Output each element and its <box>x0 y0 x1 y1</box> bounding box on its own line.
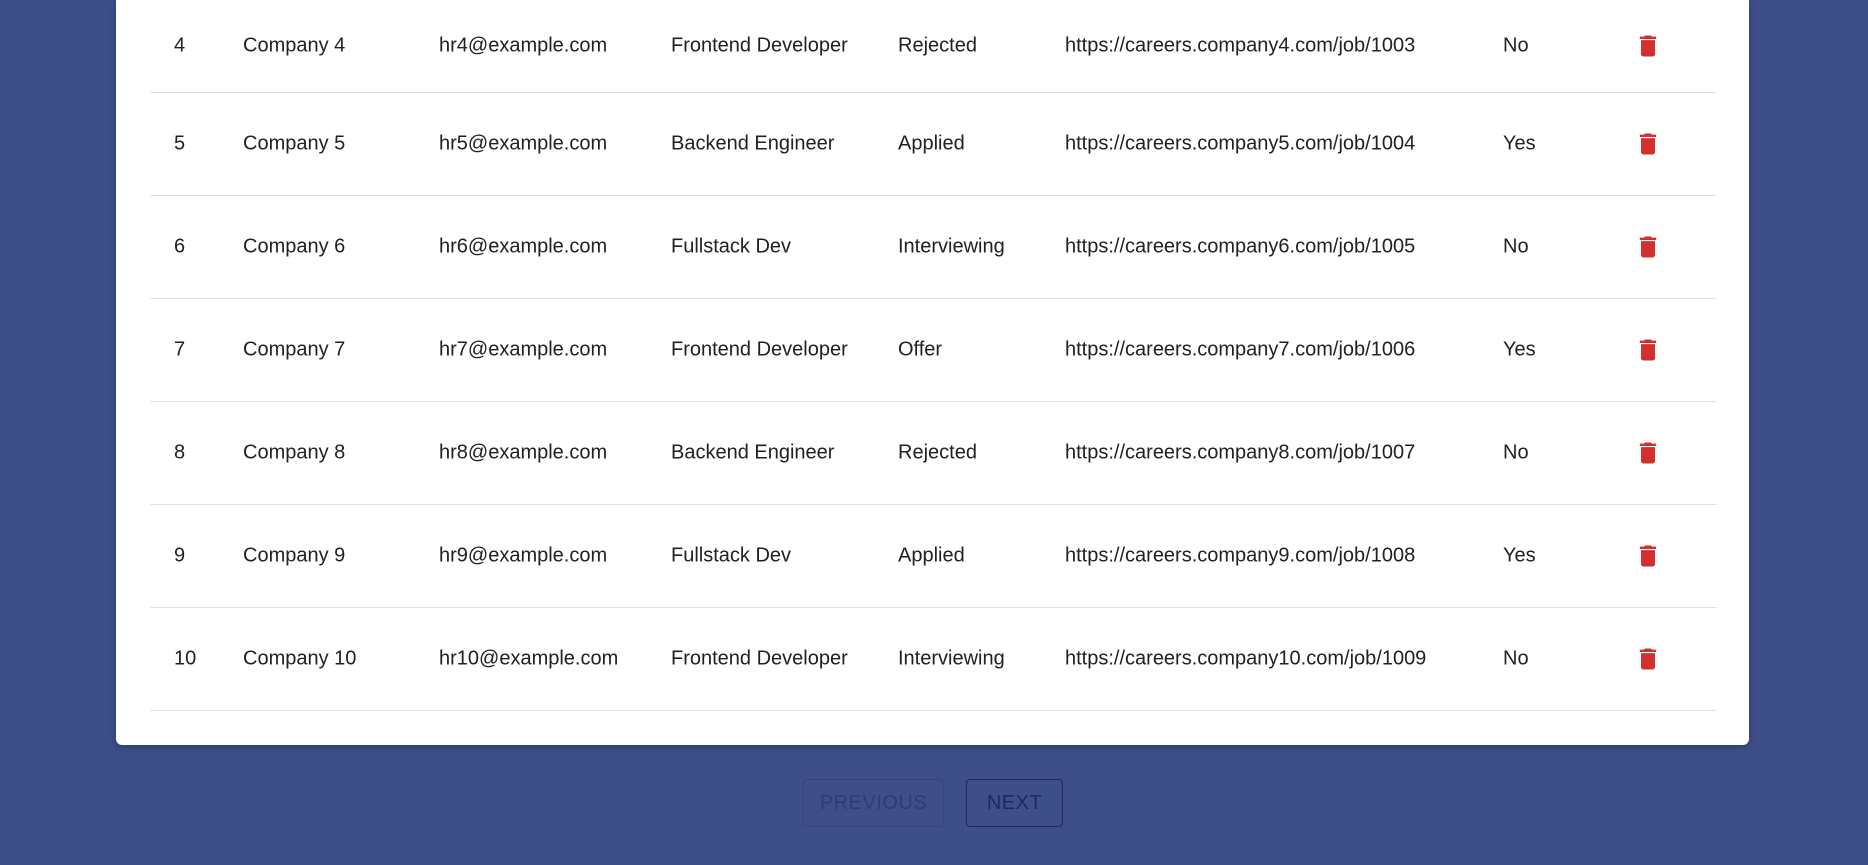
job-url: https://careers.company4.com/job/1003 <box>1065 34 1416 57</box>
row-id: 10 <box>174 647 197 670</box>
remote-flag: No <box>1503 34 1529 57</box>
remote-flag: No <box>1503 441 1529 464</box>
remote-flag: Yes <box>1503 544 1536 567</box>
job-url: https://careers.company9.com/job/1008 <box>1065 544 1416 567</box>
pagination: PREVIOUS NEXT <box>0 779 1868 829</box>
application-status: Applied <box>898 544 965 567</box>
application-status: Rejected <box>898 34 977 57</box>
delete-icon[interactable] <box>1634 31 1662 61</box>
remote-flag: No <box>1503 647 1529 670</box>
table-row: 6 Company 6 hr6@example.com Fullstack Dev In… <box>150 196 1716 299</box>
row-id: 4 <box>174 34 186 57</box>
contact-email: hr5@example.com <box>439 132 608 155</box>
row-id: 5 <box>174 132 186 155</box>
job-url: https://careers.company5.com/job/1004 <box>1065 132 1416 155</box>
job-role: Backend Engineer <box>671 441 835 464</box>
table-row: 7 Company 7 hr7@example.com Frontend Develo… <box>150 299 1716 402</box>
row-id: 7 <box>174 338 186 361</box>
job-url: https://careers.company6.com/job/1005 <box>1065 235 1416 258</box>
contact-email: hr7@example.com <box>439 338 608 361</box>
contact-email: hr10@example.com <box>439 647 619 670</box>
delete-icon[interactable] <box>1634 438 1662 468</box>
applications-table-card: 4 Company 4 hr4@example.com Frontend Develo… <box>116 0 1749 745</box>
applications-table: 4 Company 4 hr4@example.com Frontend Develo… <box>150 0 1716 711</box>
company-name: Company 7 <box>243 338 346 361</box>
remote-flag: Yes <box>1503 132 1536 155</box>
next-button[interactable]: NEXT <box>966 779 1063 827</box>
job-url: https://careers.company7.com/job/1006 <box>1065 338 1416 361</box>
job-role: Fullstack Dev <box>671 235 792 258</box>
row-id: 6 <box>174 235 186 258</box>
delete-icon[interactable] <box>1634 541 1662 571</box>
application-status: Interviewing <box>898 647 1005 670</box>
company-name: Company 4 <box>243 34 346 57</box>
delete-icon[interactable] <box>1634 232 1662 262</box>
table-row: 5 Company 5 hr5@example.com Backend Enginee… <box>150 93 1716 196</box>
table-row: 4 Company 4 hr4@example.com Frontend Develo… <box>150 0 1716 93</box>
application-status: Applied <box>898 132 965 155</box>
company-name: Company 10 <box>243 647 357 670</box>
table-row: 8 Company 8 hr8@example.com Backend Enginee… <box>150 402 1716 505</box>
table-row: 10 Company 10 hr10@example.com Frontend Dev… <box>150 608 1716 711</box>
job-role: Backend Engineer <box>671 132 835 155</box>
company-name: Company 5 <box>243 132 346 155</box>
company-name: Company 9 <box>243 544 346 567</box>
application-status: Rejected <box>898 441 977 464</box>
job-url: https://careers.company10.com/job/1009 <box>1065 647 1427 670</box>
company-name: Company 6 <box>243 235 346 258</box>
contact-email: hr9@example.com <box>439 544 608 567</box>
contact-email: hr4@example.com <box>439 34 608 57</box>
contact-email: hr8@example.com <box>439 441 608 464</box>
contact-email: hr6@example.com <box>439 235 608 258</box>
remote-flag: No <box>1503 235 1529 258</box>
table-row: 9 Company 9 hr9@example.com Fullstack Dev Ap… <box>150 505 1716 608</box>
application-status: Offer <box>898 338 943 361</box>
remote-flag: Yes <box>1503 338 1536 361</box>
job-role: Fullstack Dev <box>671 544 792 567</box>
job-url: https://careers.company8.com/job/1007 <box>1065 441 1416 464</box>
delete-icon[interactable] <box>1634 335 1662 365</box>
company-name: Company 8 <box>243 441 346 464</box>
row-id: 8 <box>174 441 186 464</box>
row-id: 9 <box>174 544 186 567</box>
job-role: Frontend Developer <box>671 34 848 57</box>
job-role: Frontend Developer <box>671 647 848 670</box>
delete-icon[interactable] <box>1634 644 1662 674</box>
delete-icon[interactable] <box>1634 129 1662 159</box>
application-status: Interviewing <box>898 235 1005 258</box>
job-role: Frontend Developer <box>671 338 848 361</box>
previous-button[interactable]: PREVIOUS <box>803 779 944 827</box>
